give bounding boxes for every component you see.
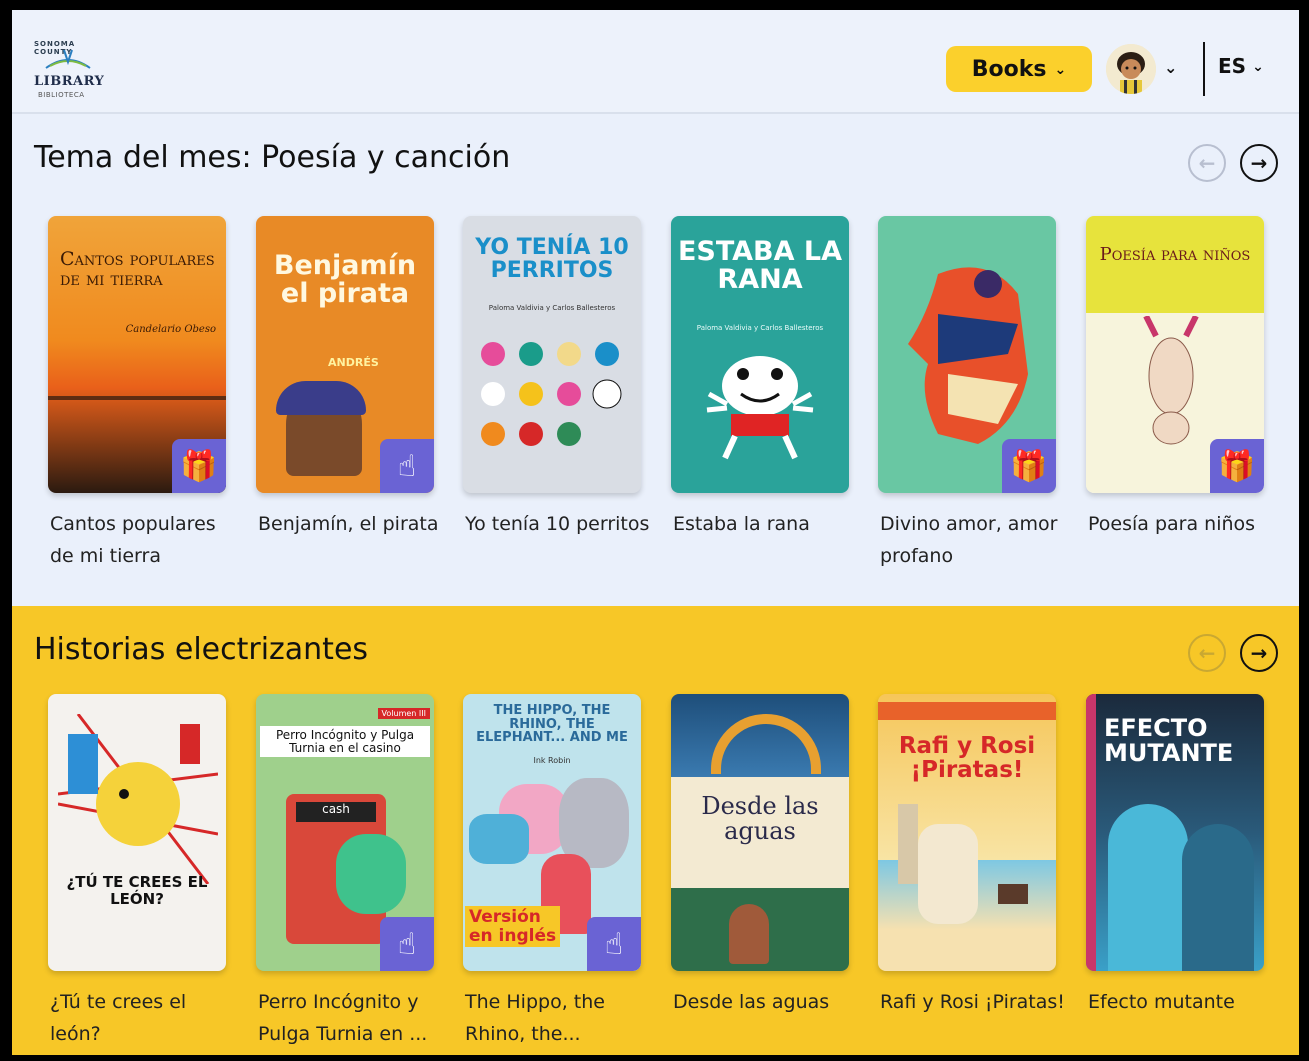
cover-author: Candelario Obeso [125, 324, 216, 335]
tap-icon: ☝ [380, 917, 434, 971]
library-logo[interactable]: SONOMA COUNTY LIBRARY BIBLIOTECA [32, 40, 114, 102]
book-title: Estaba la rana [673, 513, 810, 535]
gift-icon: 🎁 [172, 439, 226, 493]
book-cover[interactable]: YO TENÍA 10 PERRITOS Paloma Valdivia y C… [463, 216, 641, 493]
carousel-poesia: Tema del mes: Poesía y canción ← → Canto… [12, 114, 1299, 606]
cover-title: Rafi y Rosi ¡Piratas! [898, 733, 1036, 784]
book-title: The Hippo, the Rhino, the... [465, 991, 605, 1045]
cover-title: Cantos populares de mi tierra [60, 248, 215, 290]
app-frame: SONOMA COUNTY LIBRARY BIBLIOTECA Books ⌄ [12, 10, 1299, 1055]
cover-author: ANDRÉS [328, 356, 379, 369]
book-title: Efecto mutante [1088, 991, 1235, 1013]
cover-title: ¿TÚ TE CREES EL LEÓN? [66, 873, 208, 909]
book-title: Cantos populares de mi tierra [50, 513, 216, 567]
book-cover[interactable]: THE HIPPO, THE RHINO, THE ELEPHANT... AN… [463, 694, 641, 971]
language-label: ES [1218, 54, 1247, 78]
tap-icon: ☝ [587, 917, 641, 971]
avatar-chevron-down-icon[interactable]: ⌄ [1164, 58, 1177, 77]
book-cover[interactable]: Poesía para niños 🎁 [1086, 216, 1264, 493]
chevron-down-icon: ⌄ [1054, 62, 1067, 78]
header-divider [1203, 42, 1205, 96]
cover-title: EFECTO MUTANTE [1104, 714, 1234, 768]
carousel-next-button[interactable]: → [1240, 634, 1278, 672]
book-title: Poesía para niños [1088, 513, 1256, 535]
cover-volume: Volumen III [377, 708, 430, 719]
cover-title: Perro Incógnito y Pulga Turnia en el cas… [260, 726, 430, 758]
carousel-prev-button[interactable]: ← [1188, 144, 1226, 182]
book-title: Divino amor, amor profano [880, 513, 1058, 567]
book-cover[interactable]: Rafi y Rosi ¡Piratas! [878, 694, 1056, 971]
book-cover[interactable]: ESTABA LA RANA Paloma Valdivia y Carlos … [671, 216, 849, 493]
section-title: Tema del mes: Poesía y canción [34, 140, 511, 175]
cover-title: ESTABA LA RANA [677, 236, 843, 296]
language-selector[interactable]: ES ⌄ [1218, 54, 1264, 78]
book-cover[interactable]: Cantos populares de mi tierra Candelario… [48, 216, 226, 493]
carousel-historias: Historias electrizantes ← → ¿TÚ TE CREES… [12, 606, 1299, 1055]
carousel-next-button[interactable]: → [1240, 144, 1278, 182]
logo-sub: BIBLIOTECA [38, 91, 85, 99]
book-cover[interactable]: Benjamín el pirata ANDRÉS ☝ [256, 216, 434, 493]
book-title: Benjamín, el pirata [258, 513, 439, 535]
carousel-prev-button[interactable]: ← [1188, 634, 1226, 672]
cover-author: Paloma Valdivia y Carlos Ballesteros [488, 304, 616, 312]
section-title: Historias electrizantes [34, 632, 369, 667]
lion-illustration [58, 714, 218, 884]
book-title: ¿Tú te crees el león? [50, 991, 187, 1045]
cover-author: Ink Robin [533, 756, 571, 765]
books-label: Books [971, 56, 1047, 82]
rabbit-illustration [1143, 316, 1199, 445]
cover-title: Desde las aguas [701, 792, 819, 846]
cover-title: THE HIPPO, THE RHINO, THE ELEPHANT... AN… [476, 703, 628, 746]
cover-title: Benjamín el pirata [273, 250, 417, 310]
book-title: Perro Incógnito y Pulga Turnia en ... [258, 991, 428, 1045]
book-cover[interactable]: 🎁 [878, 216, 1056, 493]
dogs-illustration [481, 342, 622, 446]
tap-icon: ☝ [380, 439, 434, 493]
book-cover[interactable]: Desde las aguas [671, 694, 849, 971]
avatar-icon [1106, 44, 1156, 94]
profile-illustration [908, 267, 1028, 444]
book-title: Rafi y Rosi ¡Piratas! [880, 991, 1065, 1013]
book-cover[interactable]: ¿TÚ TE CREES EL LEÓN? [48, 694, 226, 971]
logo-book-icon [45, 49, 91, 69]
book-cover[interactable]: Volumen III Perro Incógnito y Pulga Turn… [256, 694, 434, 971]
logo-word: LIBRARY [34, 74, 105, 89]
gift-icon: 🎁 [1210, 439, 1264, 493]
cover-title: Poesía para niños [1099, 244, 1251, 265]
cover-author: Paloma Valdivia y Carlos Ballesteros [696, 324, 824, 332]
book-title: Yo tenía 10 perritos [465, 513, 650, 535]
book-title: Desde las aguas [673, 991, 830, 1013]
book-cover[interactable]: EFECTO MUTANTE [1086, 694, 1264, 971]
cover-title: YO TENÍA 10 PERRITOS [475, 235, 629, 284]
header: SONOMA COUNTY LIBRARY BIBLIOTECA Books ⌄ [12, 10, 1299, 114]
chevron-down-icon: ⌄ [1252, 59, 1264, 75]
books-menu-button[interactable]: Books ⌄ [946, 46, 1092, 92]
gift-icon: 🎁 [1002, 439, 1056, 493]
user-avatar[interactable] [1106, 44, 1156, 94]
frog-illustration [706, 356, 814, 460]
